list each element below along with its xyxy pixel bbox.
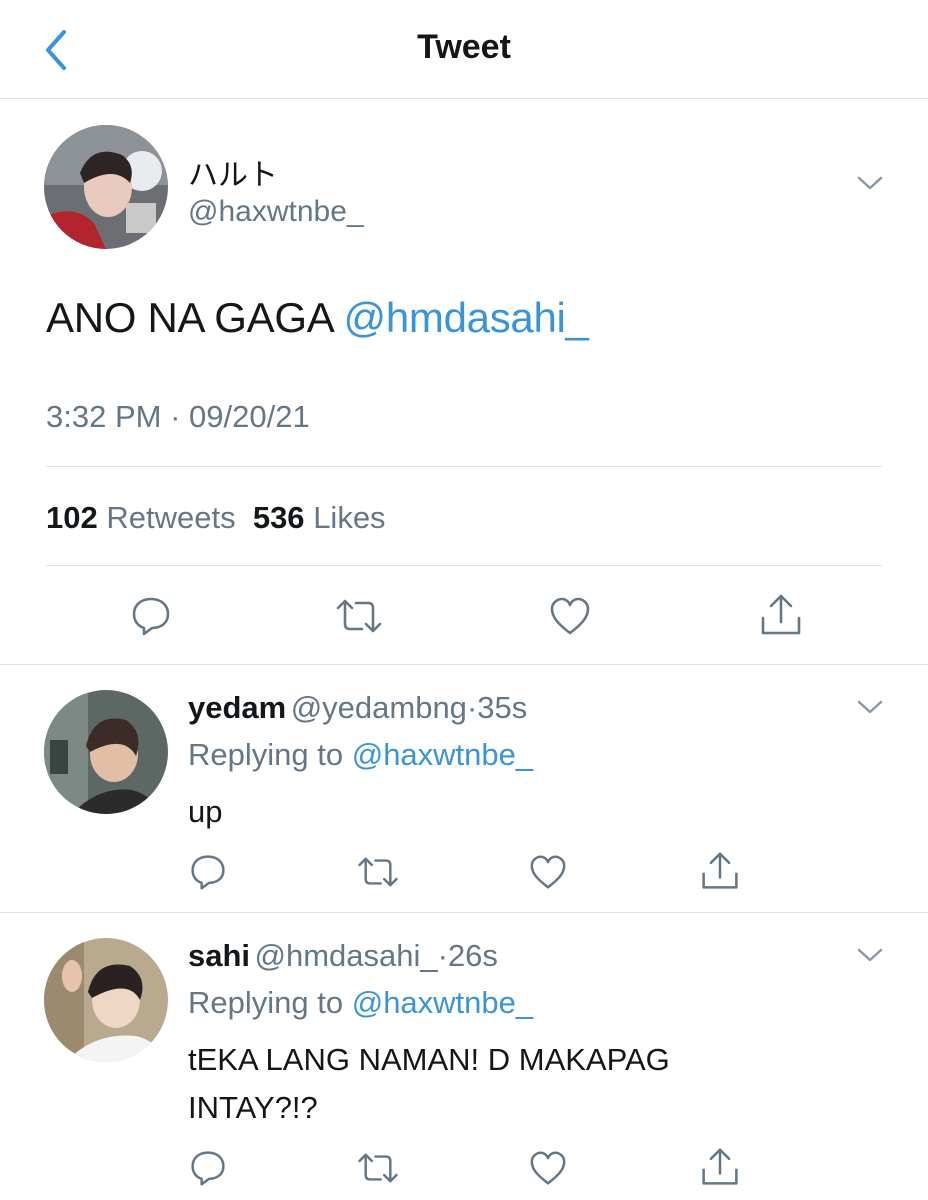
tweet-time: 3:32 PM [46,399,162,434]
like-button[interactable] [546,592,594,640]
divider [0,912,928,913]
divider [46,466,882,467]
share-icon [702,852,738,889]
share-button[interactable] [756,590,806,640]
tweet-stats: 102 Retweets 536 Likes [46,500,386,536]
like-icon [530,1151,566,1185]
reply-separator: · [437,938,448,973]
author-handle[interactable]: @haxwtnbe_ [188,195,364,229]
page-title: Tweet [417,28,511,66]
reply-separator: · [466,690,478,725]
retweets-label: Retweets [106,500,236,535]
reply-text-line: up [188,794,223,829]
tweet-options-button[interactable] [856,174,884,197]
retweet-icon [358,857,398,887]
reply-icon [191,1151,225,1186]
reply-author-name[interactable]: yedam [188,690,286,725]
reply-button[interactable] [186,850,230,894]
reply-author-handle[interactable]: @hmdasahi_ [254,938,437,973]
replying-to-link[interactable]: @haxwtnbe_ [352,737,533,772]
reply-button[interactable] [126,592,176,640]
timestamp-separator: · [170,399,181,434]
reply-avatar[interactable] [44,938,168,1062]
chevron-down-icon [857,700,883,714]
share-icon [702,1148,738,1185]
replying-prefix: Replying to [188,737,344,772]
reply-author-name[interactable]: sahi [188,938,250,973]
reply-text: up [188,788,222,836]
mention-link[interactable]: @hmdasahi_ [344,294,589,341]
retweets-count: 102 [46,500,98,535]
replying-to: Replying to @haxwtnbe_ [188,985,533,1021]
retweet-button[interactable] [332,592,386,640]
author-name[interactable]: ハルト [188,150,278,194]
like-icon [530,855,566,889]
reply-header: yedam @yedambng·35s [188,690,527,726]
divider [0,664,928,665]
retweet-button[interactable] [354,1146,402,1190]
retweet-button[interactable] [354,850,402,894]
replying-to-link[interactable]: @haxwtnbe_ [352,985,533,1020]
like-icon [550,597,590,635]
reply-avatar[interactable] [44,690,168,814]
like-button[interactable] [526,850,570,894]
reply-icon [191,855,225,890]
tweet-body: ANO NA GAGA [46,294,333,341]
reply-text-line: tEKA LANG NAMAN! D MAKAPAG [188,1042,670,1077]
likes-stat[interactable]: 536 Likes [253,500,386,535]
like-button[interactable] [526,1146,570,1190]
reply-icon [132,597,170,636]
reply-options-button[interactable] [856,946,884,969]
share-button[interactable] [698,1144,742,1190]
replying-prefix: Replying to [188,985,344,1020]
reply-button[interactable] [186,1146,230,1190]
tweet-text: ANO NA GAGA @hmdasahi_ [46,294,589,342]
retweet-icon [336,599,382,633]
share-icon [761,594,801,635]
retweets-stat[interactable]: 102 Retweets [46,500,236,535]
retweet-icon [358,1153,398,1183]
likes-count: 536 [252,500,305,535]
tweet-date: 09/20/21 [189,399,310,434]
author-avatar[interactable] [44,125,168,249]
reply-options-button[interactable] [856,698,884,721]
chevron-down-icon [857,176,883,190]
reply-age: 26s [447,938,498,973]
divider [46,565,882,566]
likes-label: Likes [313,500,386,535]
chevron-down-icon [857,948,883,962]
reply-author-handle[interactable]: @yedambng [291,690,467,725]
replying-to: Replying to @haxwtnbe_ [188,737,533,773]
reply-text-line: INTAY?!? [188,1090,318,1125]
reply-text: tEKA LANG NAMAN! D MAKAPAG INTAY?!? [188,1036,670,1132]
reply-age: 35s [477,690,528,725]
reply-header: sahi @hmdasahi_·26s [188,938,498,974]
share-button[interactable] [698,848,742,894]
tweet-timestamp: 3:32 PM · 09/20/21 [46,399,310,435]
